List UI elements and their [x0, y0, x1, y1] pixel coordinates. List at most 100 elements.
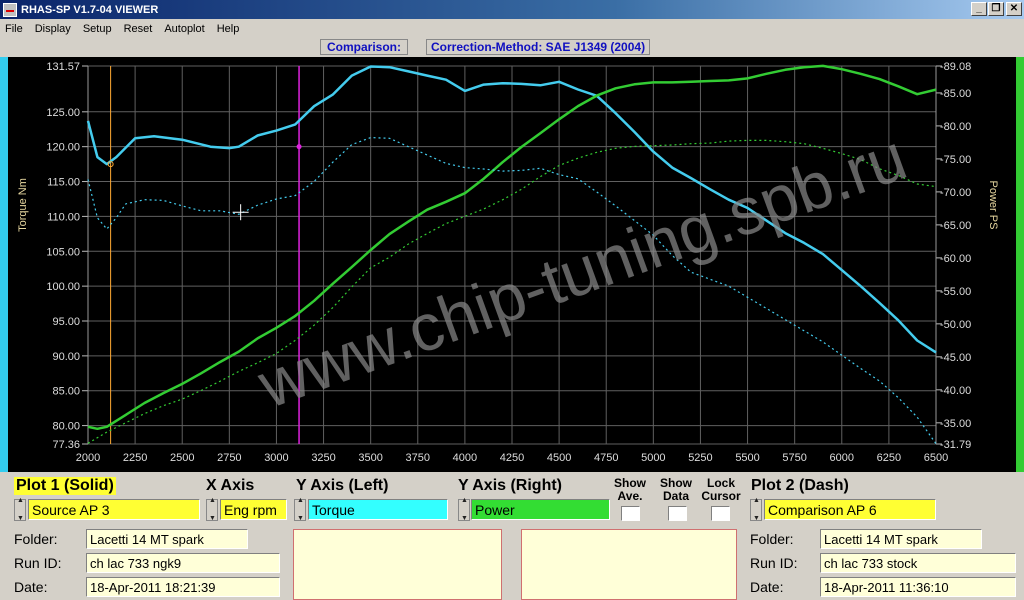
minimize-button[interactable]: _: [971, 2, 987, 16]
menu-display[interactable]: Display: [34, 23, 72, 35]
y-right-tick-label: -31.79: [940, 439, 971, 451]
plot1-title: Plot 1 (Solid): [14, 477, 116, 495]
x-tick-label: 3500: [358, 452, 382, 464]
x-tick-label: 4500: [547, 452, 571, 464]
plot1-notes-panel[interactable]: [293, 529, 502, 600]
yright-title: Y Axis (Right): [458, 477, 563, 494]
dyno-chart[interactable]: 2000 2250 2500 2750 3000 3250 3500 3750 4000 4250…: [0, 57, 1024, 472]
y-left-tick-label: 77.36: [52, 439, 80, 451]
y-left-tick-label: 105.00: [46, 246, 80, 258]
show-data-label: Show Data: [660, 476, 692, 503]
xaxis-title: X Axis: [206, 477, 255, 494]
close-button[interactable]: ✕: [1006, 2, 1022, 16]
x-tick-label: 4000: [453, 452, 477, 464]
y-left-tick-label: 131.57: [46, 61, 80, 73]
plot2-spinner[interactable]: [750, 497, 762, 522]
plot2-source-field[interactable]: Comparison AP 6: [764, 499, 936, 520]
plot1-folder-value: Lacetti 14 MT spark: [86, 529, 248, 549]
yright-field[interactable]: Power: [471, 499, 610, 520]
x-tick-label: 6250: [877, 452, 901, 464]
x-tick-label: 5000: [641, 452, 665, 464]
menu-file[interactable]: File: [4, 23, 24, 35]
comparison-label: Comparison:: [320, 39, 409, 55]
y-left-tick-label: 80.00: [52, 421, 80, 433]
y-right-tick-label: -40.00: [940, 385, 971, 397]
plot1-date-value: 18-Apr-2011 18:21:39: [86, 577, 280, 597]
x-tick-label: 3000: [264, 452, 288, 464]
y-right-tick-label: -75.00: [940, 154, 971, 166]
y-right-tick-label: -85.00: [940, 88, 971, 100]
maximize-button[interactable]: ❐: [988, 2, 1004, 16]
y-left-tick-label: 110.00: [47, 211, 80, 223]
x-tick-label: 4250: [500, 452, 524, 464]
plot1-runid-label: Run ID:: [14, 555, 62, 571]
menu-reset[interactable]: Reset: [123, 23, 154, 35]
menu-setup[interactable]: Setup: [82, 23, 113, 35]
y-right-tick-label: -50.00: [940, 319, 971, 331]
show-data-checkbox[interactable]: [668, 506, 687, 521]
y-right-tick-label: -80.00: [940, 121, 971, 133]
plot1-spinner[interactable]: [14, 497, 26, 522]
menu-help[interactable]: Help: [216, 23, 241, 35]
x-tick-label: 2750: [217, 452, 241, 464]
x-tick-label: 5250: [688, 452, 712, 464]
lock-cursor-label: Lock Cursor: [701, 476, 741, 503]
x-tick-label: 6000: [830, 452, 854, 464]
y-right-tick-label: -55.00: [940, 286, 971, 298]
yleft-spinner[interactable]: [294, 497, 306, 522]
control-panel: Plot 1 (Solid) Source AP 3 X Axis Eng rp…: [0, 472, 1024, 600]
y-left-tick-label: 115.00: [47, 177, 80, 189]
y-right-tick-label: -89.08: [940, 61, 971, 73]
x-tick-label: 3250: [311, 452, 335, 464]
y-right-tick-label: -65.00: [940, 220, 971, 232]
plot2-folder-value: Lacetti 14 MT spark: [820, 529, 982, 549]
y-left-tick-label: 95.00: [52, 316, 80, 328]
x-tick-label: 2000: [76, 452, 100, 464]
title-bar: RHAS-SP V1.7-04 VIEWER _ ❐ ✕: [0, 0, 1024, 19]
x-tick-label: 4750: [594, 452, 618, 464]
y-right-tick-label: -35.00: [940, 418, 971, 430]
y-left-tick-label: 125.00: [46, 107, 80, 119]
plot1-source-field[interactable]: Source AP 3: [28, 499, 200, 520]
plot2-notes-panel[interactable]: [521, 529, 737, 600]
power-axis-title: Power PS: [987, 181, 999, 230]
torque-axis-title: Torque Nm: [17, 178, 29, 232]
yleft-title: Y Axis (Left): [296, 477, 389, 494]
x-tick-label: 2250: [123, 452, 147, 464]
y-right-tick-label: -45.00: [940, 352, 971, 364]
yright-spinner[interactable]: [458, 497, 470, 522]
y-left-tick-label: 100.00: [46, 281, 80, 293]
menu-bar: File Display Setup Reset Autoplot Help: [0, 19, 1024, 38]
plot2-title: Plot 2 (Dash): [751, 477, 849, 494]
plot2-date-value: 18-Apr-2011 11:36:10: [820, 577, 1016, 597]
show-ave-checkbox[interactable]: [621, 506, 640, 521]
plot2-folder-label: Folder:: [750, 531, 794, 547]
y-left-tick-label: 85.00: [52, 386, 80, 398]
yleft-field[interactable]: Torque: [308, 499, 448, 520]
x-tick-label: 2500: [170, 452, 194, 464]
plot1-date-label: Date:: [14, 579, 48, 595]
y-right-tick-label: -70.00: [940, 187, 971, 199]
y-right-tick-label: -60.00: [940, 253, 971, 265]
y-left-tick-label: 90.00: [52, 351, 80, 363]
correction-method-label: Correction-Method: SAE J1349 (2004): [426, 39, 651, 55]
x-tick-label: 5500: [735, 452, 759, 464]
plot1-runid-value: ch lac 733 ngk9: [86, 553, 280, 573]
x-tick-label: 5750: [782, 452, 806, 464]
plot2-date-label: Date:: [750, 579, 784, 595]
x-tick-label: 3750: [406, 452, 430, 464]
plot2-runid-label: Run ID:: [750, 555, 798, 571]
comparison-header: Comparison: Correction-Method: SAE J1349…: [320, 39, 651, 55]
lock-cursor-checkbox[interactable]: [711, 506, 730, 521]
xaxis-field[interactable]: Eng rpm: [220, 499, 287, 520]
plot1-folder-label: Folder:: [14, 531, 58, 547]
x-tick-label: 6500: [924, 452, 948, 464]
xaxis-spinner[interactable]: [206, 497, 218, 522]
menu-autoplot[interactable]: Autoplot: [163, 23, 205, 35]
y-left-tick-label: 120.00: [46, 142, 80, 154]
window-title: RHAS-SP V1.7-04 VIEWER: [21, 3, 159, 16]
show-ave-label: Show Ave.: [614, 476, 646, 503]
cursor-marker: [296, 144, 302, 150]
plot2-runid-value: ch lac 733 stock: [820, 553, 1016, 573]
app-icon: [3, 2, 17, 17]
